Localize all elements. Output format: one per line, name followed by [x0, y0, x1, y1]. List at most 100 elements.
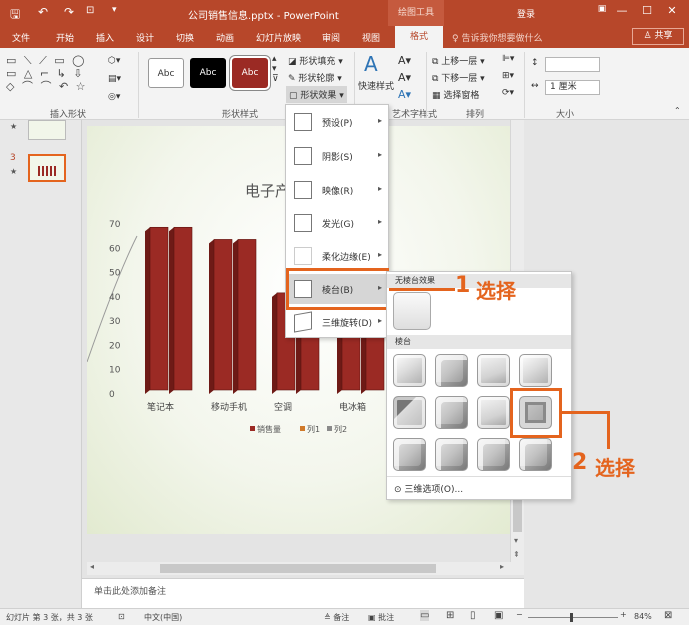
undo-icon[interactable]: ↶	[38, 5, 48, 19]
tab-review[interactable]: 审阅	[322, 31, 340, 44]
scroll-thumb[interactable]	[513, 500, 522, 532]
close-button[interactable]: ✕	[660, 4, 684, 17]
text-box-icon[interactable]: ▤▾	[108, 74, 121, 84]
comments-toggle[interactable]: ▣ 批注	[368, 612, 394, 623]
bevel-option-hard-edge[interactable]	[477, 438, 510, 471]
shape-height-input[interactable]	[545, 57, 600, 72]
login-link[interactable]: 登录	[517, 7, 535, 20]
shape-style-white[interactable]: Abc	[148, 58, 184, 88]
spellcheck-icon[interactable]: ⊡	[118, 612, 125, 621]
thumbnail-chart-preview	[38, 166, 58, 176]
align-icon[interactable]: ⊫▾	[502, 54, 514, 64]
bevel-option-circle[interactable]	[393, 354, 426, 387]
menu-item-soft-edges[interactable]: 柔化边缘(E) ▸	[288, 241, 386, 271]
shape-width-input[interactable]: 1 厘米	[545, 80, 600, 95]
send-backward-button[interactable]: ⧉ 下移一层 ▾	[432, 71, 485, 84]
bevel-option-soft-round[interactable]	[435, 396, 468, 429]
tab-file[interactable]: 文件	[12, 31, 30, 44]
tab-design[interactable]: 设计	[136, 31, 154, 44]
bevel-option-divot[interactable]	[393, 438, 426, 471]
style-gallery-more-icon[interactable]: ▴ ▾ ⊽	[272, 54, 279, 84]
bring-forward-button[interactable]: ⧉ 上移一层 ▾	[432, 54, 485, 67]
reading-view-icon[interactable]: ▯	[470, 610, 476, 621]
tab-animations[interactable]: 动画	[216, 31, 234, 44]
slideshow-view-icon[interactable]: ▣	[494, 610, 503, 621]
edit-shape-icon[interactable]: ⬡▾	[108, 56, 120, 66]
text-outline-icon[interactable]: A▾	[398, 71, 411, 84]
slide-thumbnail-2[interactable]	[28, 120, 66, 140]
rotate-icon[interactable]: ⟳▾	[502, 88, 514, 98]
zoom-slider-thumb[interactable]	[570, 613, 573, 622]
submenu-arrow-icon: ▸	[377, 217, 382, 226]
tab-transitions[interactable]: 切换	[176, 31, 194, 44]
horizontal-scroll-thumb[interactable]	[160, 564, 436, 573]
bevel-option-art-deco[interactable]	[519, 438, 552, 471]
menu-item-reflection[interactable]: 映像(R) ▸	[288, 175, 386, 205]
shape-effects-button[interactable]: ▢ 形状效果 ▾	[286, 86, 347, 103]
legend-swatch	[250, 426, 255, 431]
selection-pane-button[interactable]: ▦ 选择窗格	[432, 88, 479, 101]
presentation-icon[interactable]: ⊡	[86, 5, 94, 16]
shape-outline-label: 形状轮廓 ▾	[298, 74, 342, 84]
shape-style-black[interactable]: Abc	[190, 58, 226, 88]
bevel-none-option[interactable]	[393, 292, 431, 330]
bar-移动手机[interactable]	[237, 239, 257, 391]
language-indicator[interactable]: 中文(中国)	[144, 612, 182, 623]
bar-笔记本[interactable]	[149, 226, 169, 391]
menu-item-preset[interactable]: 预设(P) ▸	[288, 107, 386, 137]
quick-styles-label[interactable]: 快速样式	[358, 79, 394, 92]
redo-icon[interactable]: ↷	[64, 5, 74, 19]
zoom-out-icon[interactable]: −	[516, 610, 523, 619]
quick-styles-icon[interactable]: A	[364, 52, 378, 76]
shape-style-red[interactable]: Abc	[232, 58, 268, 88]
tab-home[interactable]: 开始	[56, 31, 74, 44]
merge-shapes-icon[interactable]: ◎▾	[108, 92, 120, 102]
callout-2-line-v	[607, 411, 610, 449]
three-d-options-button[interactable]: ⊙ 三维选项(O)...	[394, 482, 463, 495]
restore-button[interactable]: ☐	[635, 4, 659, 17]
minimize-button[interactable]: —	[610, 4, 634, 17]
bevel-option-cross[interactable]	[477, 354, 510, 387]
collapse-ribbon-icon[interactable]: ⌃	[674, 106, 681, 115]
bar-笔记本[interactable]	[173, 226, 193, 391]
scroll-left-icon[interactable]: ◂	[90, 562, 94, 571]
bevel-option-angle[interactable]	[393, 396, 426, 429]
menu-item-3d-rotation[interactable]: 三维旋转(D) ▸	[288, 307, 386, 337]
text-fill-icon[interactable]: A▾	[398, 54, 411, 67]
zoom-level[interactable]: 84%	[634, 612, 652, 621]
shape-gallery[interactable]: ▭ ⟍ ⟋ ▭ ◯ ▭ △ ⌐ ↳ ⇩ ◇ ⌒ ⌒ ↶ ☆	[6, 54, 88, 93]
slide-thumbnail-3[interactable]	[28, 154, 66, 182]
zoom-slider-track[interactable]	[528, 617, 618, 618]
tab-format[interactable]: 格式	[395, 26, 443, 48]
menu-item-shadow[interactable]: 阴影(S) ▸	[288, 141, 386, 171]
tab-view[interactable]: 视图	[362, 31, 380, 44]
notes-toggle[interactable]: ≜ 备注	[324, 612, 349, 623]
bevel-option-relaxed-inset[interactable]	[435, 354, 468, 387]
menu-item-glow[interactable]: 发光(G) ▸	[288, 208, 386, 238]
bevel-option-cool-slant[interactable]	[519, 354, 552, 387]
legend-swatch	[327, 426, 332, 431]
fit-to-window-icon[interactable]: ⊠	[664, 610, 672, 621]
save-icon[interactable]: 🖫	[10, 5, 20, 26]
zoom-in-icon[interactable]: +	[620, 610, 627, 619]
bar-移动手机[interactable]	[213, 239, 233, 391]
tell-me-search[interactable]: ♀ 告诉我你想要做什么	[452, 31, 542, 44]
bevel-option-convex[interactable]	[477, 396, 510, 429]
notes-placeholder[interactable]: 单击此处添加备注	[94, 584, 166, 597]
scroll-down-icon[interactable]: ▾	[514, 536, 518, 545]
text-effects-icon[interactable]: A▾	[398, 88, 411, 101]
prev-slide-icon[interactable]: ⇞	[513, 550, 520, 559]
tab-insert[interactable]: 插入	[96, 31, 114, 44]
shape-outline-button[interactable]: ✎ 形状轮廓 ▾	[288, 71, 342, 84]
bar-side	[209, 239, 214, 394]
slide-sorter-icon[interactable]: ⊞	[446, 610, 454, 621]
y-tick-label: 20	[109, 341, 121, 351]
share-button[interactable]: ♙ 共享	[632, 28, 684, 45]
tab-slideshow[interactable]: 幻灯片放映	[256, 31, 301, 44]
bevel-option-riblet[interactable]	[435, 438, 468, 471]
group-icon[interactable]: ⊞▾	[502, 71, 514, 81]
scroll-right-icon[interactable]: ▸	[500, 562, 504, 571]
customize-qa-icon[interactable]: ▾	[112, 5, 117, 15]
shape-fill-button[interactable]: ◪ 形状填充 ▾	[288, 54, 343, 67]
normal-view-icon[interactable]: ▭	[420, 610, 430, 621]
